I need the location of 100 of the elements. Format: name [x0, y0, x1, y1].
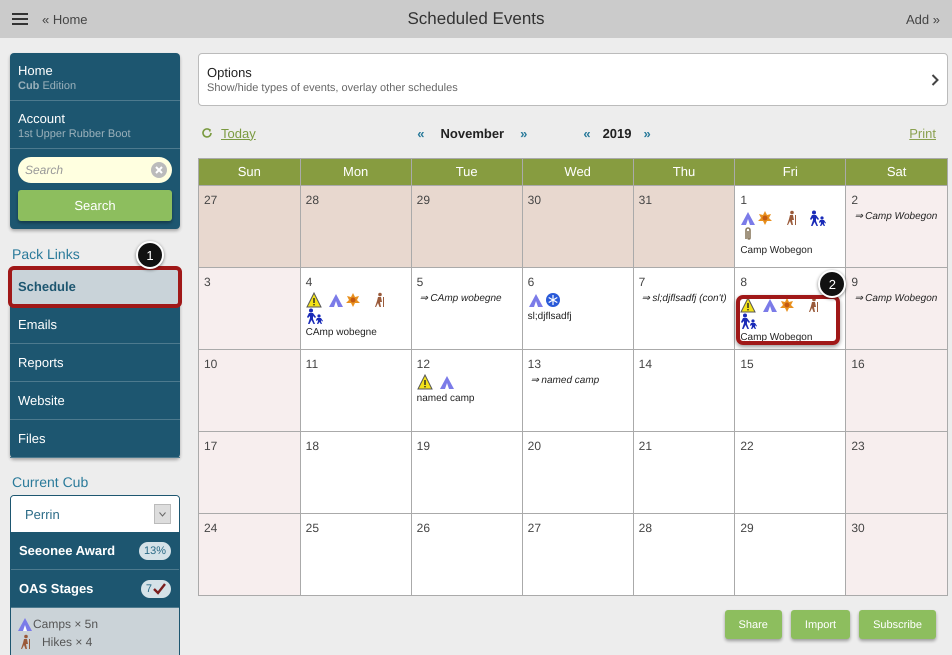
nav-item[interactable]: Schedule — [10, 268, 180, 306]
day-cell[interactable]: 26 — [412, 514, 523, 596]
panel-title[interactable]: Home — [18, 63, 172, 78]
warning-icon — [306, 292, 322, 308]
day-number: 7 — [638, 275, 646, 289]
day-number: 25 — [306, 521, 320, 535]
day-cell[interactable]: 25 — [300, 514, 412, 596]
event-title[interactable]: ⇒ Camp Wobegon — [854, 292, 938, 304]
event-title[interactable]: ⇒ Camp Wobegon — [854, 210, 938, 222]
event-title[interactable]: named camp — [416, 393, 474, 404]
day-number: 28 — [638, 521, 652, 535]
stat-row[interactable]: Seeonee Award 13% — [11, 532, 179, 570]
day-cell[interactable]: 30 — [522, 186, 634, 268]
day-number: 19 — [416, 439, 430, 453]
day-cell[interactable]: 20 — [522, 432, 634, 514]
event-title[interactable]: ⇒ CAmp wobegne — [420, 292, 502, 304]
day-cell[interactable]: 28 — [634, 514, 736, 596]
day-cell[interactable]: 22 — [735, 432, 846, 514]
day-cell[interactable]: 23 — [846, 432, 948, 514]
day-cell[interactable]: 8 Camp Wobegon 2 — [735, 268, 846, 350]
day-cell[interactable]: 14 — [634, 350, 736, 432]
leaf-icon — [757, 210, 774, 226]
day-cell[interactable]: 27 — [522, 514, 634, 596]
caret-icon — [159, 512, 166, 516]
tent-icon — [328, 292, 344, 308]
day-cell[interactable]: 2 ⇒ Camp Wobegon — [846, 186, 948, 268]
day-number: 18 — [306, 439, 320, 453]
family-icon — [740, 313, 758, 329]
page-title: Scheduled Events — [407, 9, 545, 29]
day-cell[interactable]: 16 — [846, 350, 948, 432]
search-field[interactable]: Search — [18, 157, 172, 183]
day-number: 24 — [204, 521, 218, 535]
next-year-link[interactable]: » — [644, 126, 651, 140]
day-cell[interactable]: 21 — [634, 432, 736, 514]
home-link[interactable]: « Home — [42, 12, 88, 26]
day-cell[interactable]: 24 — [199, 514, 301, 596]
nav-item[interactable]: Emails — [10, 306, 180, 344]
day-number: 20 — [528, 439, 542, 453]
day-cell[interactable]: 17 — [199, 432, 301, 514]
event-title[interactable]: Camp Wobegon — [740, 332, 812, 343]
day-cell[interactable]: 6 sl;djflsadfj — [522, 268, 634, 350]
options-panel[interactable]: Options Show/hide types of events, overlay other schedules — [198, 53, 948, 106]
day-number: 31 — [638, 193, 652, 207]
day-cell[interactable]: 29 — [412, 186, 523, 268]
section-heading: Current Cub — [12, 474, 88, 490]
tent-icon — [17, 616, 33, 632]
day-cell[interactable]: 19 — [412, 432, 523, 514]
day-number: 29 — [416, 193, 430, 207]
day-number: 16 — [851, 357, 865, 371]
panel-title[interactable]: Account — [18, 111, 172, 126]
event-title[interactable]: ⇒ sl;djflsadfj (con't) — [642, 292, 727, 304]
event-title[interactable]: Camp Wobegon — [740, 245, 812, 256]
day-cell[interactable]: 12 named camp — [412, 350, 523, 432]
stat-badge: 13% — [138, 542, 171, 560]
day-cell[interactable]: 27 — [199, 186, 301, 268]
stat-row[interactable]: OAS Stages 7 — [11, 570, 179, 608]
day-cell[interactable]: 15 — [735, 350, 846, 432]
weekday-header: Thu — [634, 159, 736, 186]
clear-icon[interactable] — [151, 162, 167, 178]
day-cell[interactable]: 1 Camp Wobegon — [735, 186, 846, 268]
day-cell[interactable]: 7 ⇒ sl;djflsadfj (con't) — [634, 268, 736, 350]
tent-icon — [740, 210, 756, 226]
event-title[interactable]: sl;djflsadfj — [528, 311, 572, 322]
prev-month-link[interactable]: « — [417, 126, 425, 140]
day-cell[interactable]: 4 CAmp wobegne — [300, 268, 412, 350]
next-month-link[interactable]: » — [520, 126, 528, 140]
cub-select[interactable]: Perrin — [11, 496, 179, 532]
day-cell[interactable]: 11 — [300, 350, 412, 432]
day-number: 30 — [851, 521, 865, 535]
day-cell[interactable]: 30 — [846, 514, 948, 596]
refresh-icon[interactable] — [201, 127, 213, 139]
add-link[interactable]: Add » — [906, 12, 940, 26]
callout-badge: 2 — [818, 270, 846, 298]
day-number: 27 — [204, 193, 218, 207]
nav-item[interactable]: Files — [10, 420, 180, 458]
day-cell[interactable]: 29 — [735, 514, 846, 596]
day-number: 29 — [740, 521, 754, 535]
day-number: 9 — [851, 275, 858, 289]
day-cell[interactable]: 5 ⇒ CAmp wobegne — [412, 268, 523, 350]
day-cell[interactable]: 13 ⇒ named camp — [522, 350, 634, 432]
chevron-right-icon — [931, 74, 939, 86]
event-title[interactable]: ⇒ named camp — [530, 374, 600, 386]
options-title: Options — [207, 65, 253, 80]
day-number: 3 — [204, 275, 211, 289]
day-cell[interactable]: 18 — [300, 432, 412, 514]
leaf-icon — [779, 297, 796, 313]
day-number: 22 — [740, 439, 754, 453]
menu-icon[interactable] — [12, 12, 28, 26]
day-number: 15 — [740, 357, 754, 371]
day-cell[interactable]: 28 — [300, 186, 412, 268]
day-cell[interactable]: 31 — [634, 186, 736, 268]
day-cell[interactable]: 10 — [199, 350, 301, 432]
snowflake-icon — [544, 292, 561, 308]
day-number: 21 — [638, 439, 652, 453]
event-title[interactable]: CAmp wobegne — [306, 327, 377, 338]
day-cell[interactable]: 9 ⇒ Camp Wobegon — [846, 268, 948, 350]
prev-year-link[interactable]: « — [583, 126, 591, 140]
nav-item[interactable]: Reports — [10, 344, 180, 382]
nav-item[interactable]: Website — [10, 382, 180, 420]
day-cell[interactable]: 3 — [199, 268, 301, 350]
